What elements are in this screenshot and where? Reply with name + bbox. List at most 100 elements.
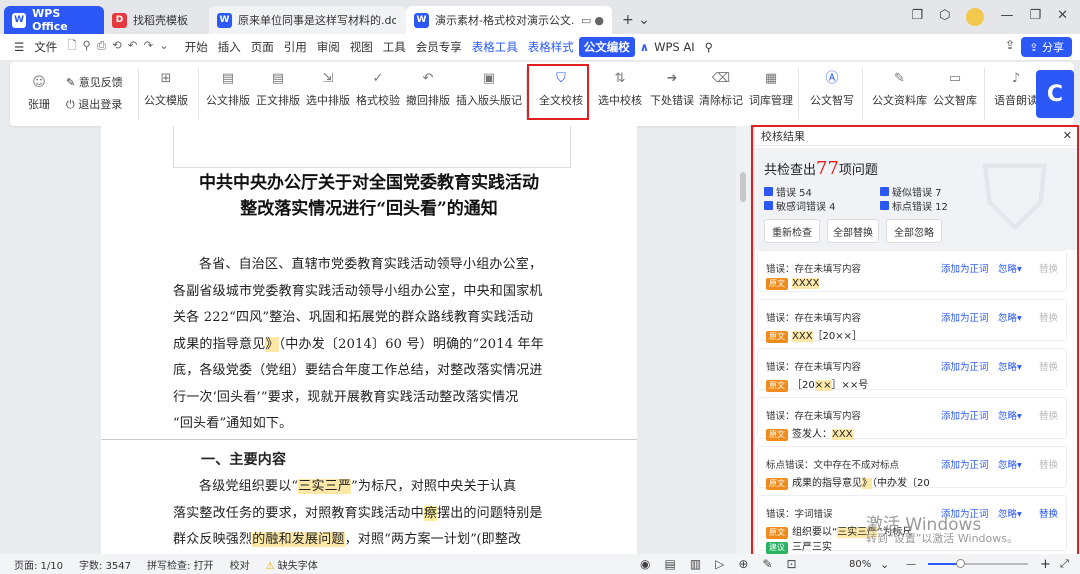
insert-header-button[interactable]: ▣ 插入版头版记 <box>456 72 522 108</box>
pen-icon[interactable]: ✎ <box>762 557 772 571</box>
divider <box>138 68 139 120</box>
app-logo-icon[interactable]: C <box>1036 70 1074 118</box>
next-arrow-icon: ➜ <box>666 71 678 86</box>
zoom-out-icon[interactable]: — <box>906 559 916 570</box>
fit-icon[interactable]: ⊡ <box>787 557 797 571</box>
menu-tools[interactable]: 工具 <box>378 39 411 55</box>
zoom-in-icon[interactable]: + <box>1040 557 1051 572</box>
format-check-button[interactable]: ✓ 格式校验 <box>356 72 400 108</box>
monitor-icon[interactable]: ▭ <box>581 14 591 27</box>
missing-font[interactable]: ⚠ 缺失字体 <box>258 557 326 572</box>
word-count[interactable]: 字数: 3547 <box>71 557 139 572</box>
play-icon[interactable]: ▷ <box>715 557 724 571</box>
hamburger-icon[interactable]: ☰ <box>0 40 29 54</box>
document-title: 中共中央办公厅关于对全国党委教育实践活动 整改落实情况进行“回头看”的通知 <box>199 173 539 219</box>
user-button[interactable]: ☺ 张珊 <box>28 76 50 112</box>
lexicon-button[interactable]: ▦ 词库管理 <box>749 72 793 108</box>
doc-library-button[interactable]: ✎ 公文资料库 <box>872 72 927 108</box>
user-icon: ☺ <box>32 75 46 90</box>
voice-icon: ♪ <box>1011 71 1021 86</box>
avatar[interactable] <box>966 8 985 26</box>
word-doc-icon: W <box>217 12 232 28</box>
read-view-icon[interactable]: ▥ <box>690 557 701 571</box>
divider <box>984 68 985 120</box>
undo-layout-icon: ↶ <box>422 71 434 86</box>
body-layout-button[interactable]: ▤ 正文排版 <box>256 72 300 108</box>
web-view-icon[interactable]: ⊕ <box>738 557 748 571</box>
windows-activation-subtext: 转到“设置”以激活 Windows。 <box>866 532 1018 545</box>
proofread-status[interactable]: 校对 <box>222 557 258 572</box>
cube-icon[interactable]: ⬡ <box>939 8 950 26</box>
view-controls: ◉ ▤ ▥ ▷ ⊕ ✎ ⊡ <box>640 557 797 571</box>
menu-member[interactable]: 会员专享 <box>411 39 467 55</box>
lexicon-icon: ▦ <box>764 71 778 86</box>
body-layout-icon: ▤ <box>271 71 285 86</box>
menu-start[interactable]: 开始 <box>180 39 213 55</box>
page-view-icon[interactable]: ▤ <box>664 557 675 571</box>
menu-reference[interactable]: 引用 <box>279 39 312 55</box>
clear-marks-button[interactable]: ⌫ 清除标记 <box>699 72 743 108</box>
menu-page[interactable]: 页面 <box>246 39 279 55</box>
error-highlight[interactable]: 的融和发展问题 <box>252 532 345 547</box>
title-bar: W WPS Office D 找稻壳模板 W 原来单位同事是这样写材料的.do … <box>0 0 1080 34</box>
close-icon[interactable]: ✕ <box>1057 8 1068 26</box>
tab-label: WPS Office <box>32 7 68 33</box>
tab-document-active[interactable]: W 演示素材-格式校对演示公文. ▭ ● <box>406 6 612 34</box>
menu-table-tools[interactable]: 表格工具 <box>467 39 523 55</box>
window-tile-icon[interactable]: ❐ <box>911 8 923 26</box>
doc-layout-button[interactable]: ▤ 公文排版 <box>206 72 250 108</box>
insert-header-icon: ▣ <box>482 71 496 86</box>
new-tab-icon[interactable]: + ⌄ <box>612 12 660 34</box>
zoom-level[interactable]: 80% <box>849 559 871 570</box>
doc-smart-library-button[interactable]: ▭ 公文智库 <box>933 72 977 108</box>
document-page[interactable]: 中共中央办公厅关于对全国党委教育实践活动 整改落实情况进行“回头看”的通知 各省… <box>101 126 637 554</box>
zoom-dropdown-icon[interactable]: ⌄ <box>880 558 889 571</box>
zoom-slider-thumb[interactable] <box>956 559 965 568</box>
share-button[interactable]: ⇪ 分享 <box>1021 37 1072 57</box>
menu-insert[interactable]: 插入 <box>213 39 246 55</box>
doc-template-button[interactable]: ⊞ 公文模版 <box>144 72 188 108</box>
menu-review[interactable]: 审阅 <box>312 39 345 55</box>
highlight-box-full-proofread <box>527 64 589 120</box>
menu-wps-ai[interactable]: WPS AI <box>654 40 700 54</box>
page-break <box>101 439 637 447</box>
error-highlight[interactable]: 》 <box>265 336 279 352</box>
menu-bar: ☰ 文件 🗋⚲⎙⟲↶↷⌄ 开始 插入 页面 引用 审阅 视图 工具 会员专享 表… <box>0 34 1080 60</box>
error-highlight[interactable]: 三实三严 <box>298 479 352 494</box>
spell-check[interactable]: 拼写检查: 打开 <box>139 557 222 572</box>
minimize-icon[interactable]: — <box>1000 8 1013 26</box>
smart-write-button[interactable]: Ⓐ 公文智写 <box>810 72 854 108</box>
undo-layout-button[interactable]: ↶ 撤回排版 <box>406 72 450 108</box>
menu-official-doc-edit[interactable]: 公文编校 <box>578 37 635 57</box>
feedback-link[interactable]: ✎ 意见反馈 <box>66 74 123 90</box>
eraser-icon: ⌫ <box>711 71 731 86</box>
error-highlight[interactable]: 瘵 <box>423 505 438 521</box>
eye-icon[interactable]: ◉ <box>640 557 650 571</box>
scrollbar-thumb[interactable] <box>740 172 746 202</box>
fullscreen-icon[interactable]: ⤢ <box>1060 557 1069 571</box>
cloud-upload-icon[interactable]: ⇪ <box>1005 38 1015 52</box>
logout-link[interactable]: ⏻ 退出登录 <box>66 96 123 112</box>
menu-table-style[interactable]: 表格样式 <box>523 39 579 55</box>
page-indicator[interactable]: 页面: 1/10 <box>0 557 71 572</box>
tab-template[interactable]: D 找稻壳模板 <box>104 6 209 34</box>
selection-proofread-icon: ⇅ <box>614 71 626 86</box>
close-tab-icon[interactable]: ● <box>594 14 604 27</box>
menu-view[interactable]: 视图 <box>345 39 378 55</box>
tab-document-1[interactable]: W 原来单位同事是这样写材料的.do <box>209 6 406 34</box>
status-bar: 页面: 1/10 字数: 3547 拼写检查: 打开 校对 ⚠ 缺失字体 ◉ ▤… <box>0 554 1080 574</box>
selection-layout-button[interactable]: ⇲ 选中排版 <box>306 72 350 108</box>
layout-icon: ▤ <box>221 71 235 86</box>
selection-proofread-button[interactable]: ⇅ 选中校核 <box>598 72 642 108</box>
wps-ai-icon: ∧ <box>639 40 650 54</box>
search-icon[interactable]: ⚲ <box>700 40 718 54</box>
warning-icon: ⚠ <box>265 560 275 572</box>
quick-access-icons[interactable]: 🗋⚲⎙⟲↶↷⌄ <box>62 38 179 57</box>
format-check-icon: ✓ <box>372 71 384 86</box>
restore-icon[interactable]: ❐ <box>1029 8 1041 26</box>
next-error-button[interactable]: ➜ 下处错误 <box>650 72 694 108</box>
tab-wps-office[interactable]: W WPS Office <box>4 6 104 34</box>
menu-file[interactable]: 文件 <box>29 39 62 55</box>
voice-read-button[interactable]: ♪ 语音朗读 <box>994 72 1038 108</box>
word-doc-icon: W <box>414 12 429 28</box>
